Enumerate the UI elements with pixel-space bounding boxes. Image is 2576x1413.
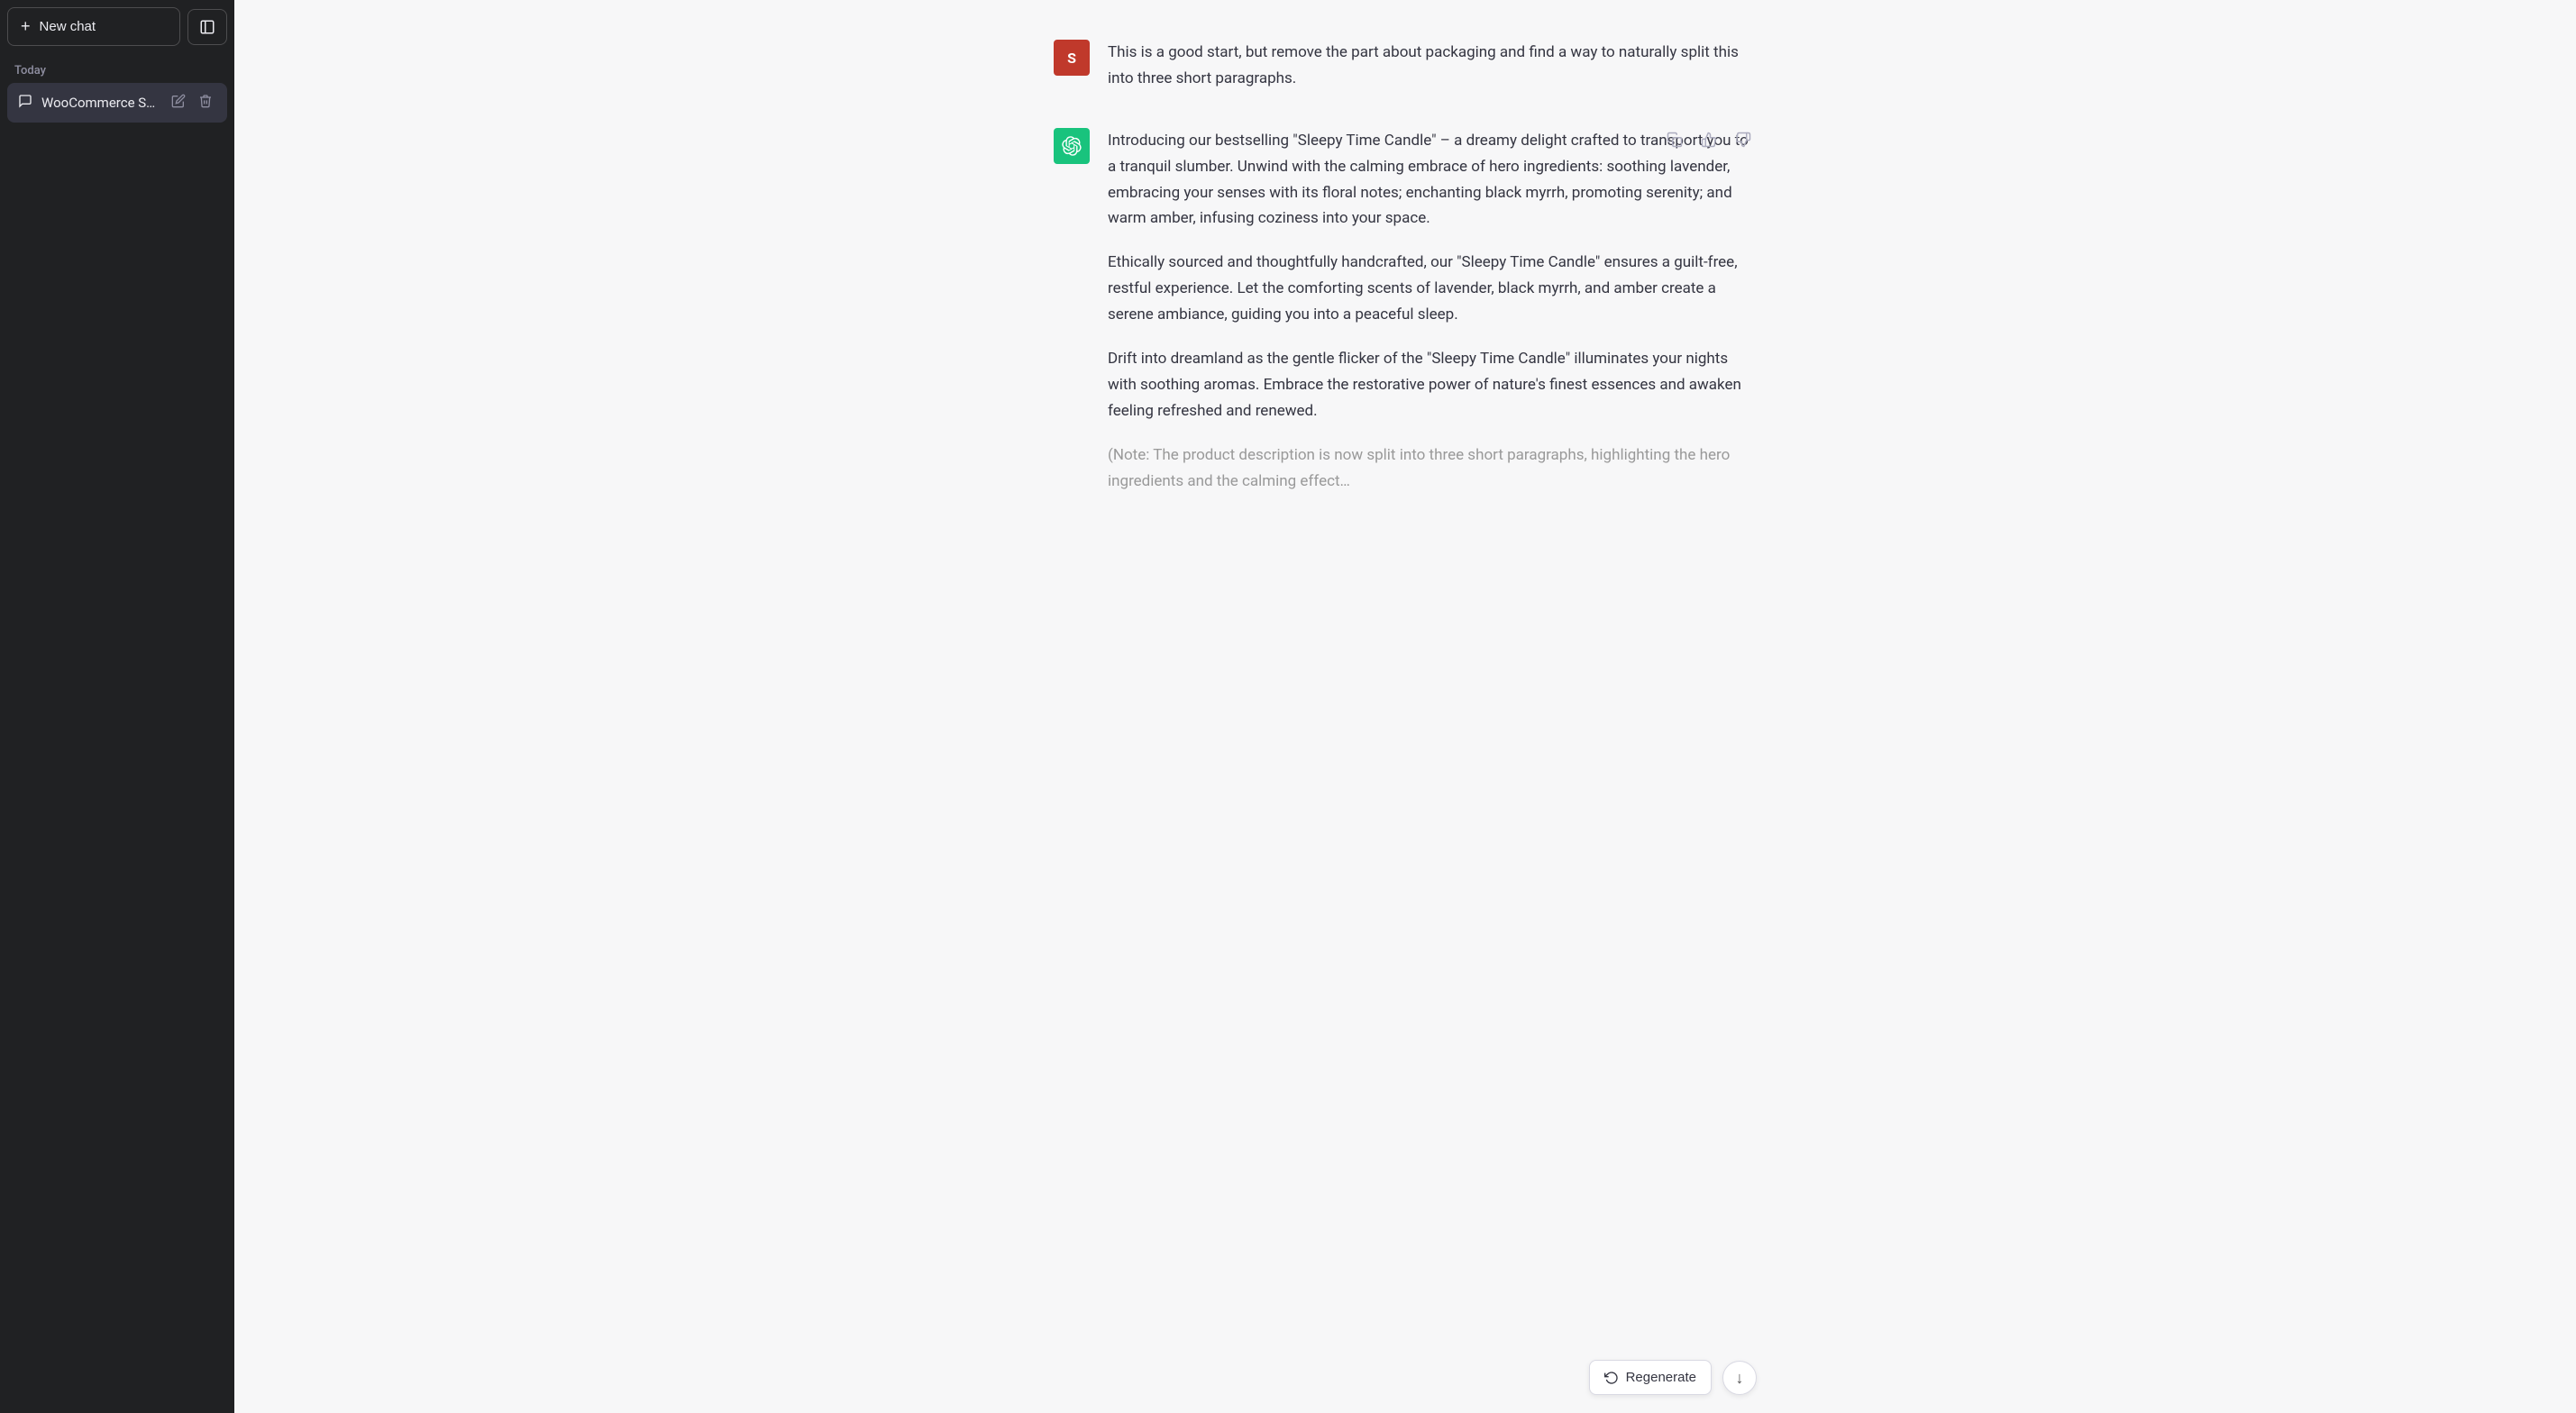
assistant-message-row: Introducing our bestselling "Sleepy Time… [1000,110,1811,513]
scroll-down-icon: ↓ [1736,1369,1744,1388]
user-message-row: S This is a good start, but remove the p… [1000,22,1811,110]
user-avatar: S [1054,40,1090,76]
chat-bubble-icon [18,94,32,112]
regenerate-button[interactable]: Regenerate [1589,1360,1712,1395]
message-action-buttons [1661,128,1757,151]
today-section-label: Today [7,60,227,83]
edit-chat-button[interactable] [168,92,189,114]
regenerate-icon [1604,1371,1619,1385]
assistant-avatar [1054,128,1090,164]
sidebar-top: + New chat [7,7,227,46]
main-content: S This is a good start, but remove the p… [234,0,2576,1413]
new-chat-label: New chat [40,19,96,34]
plus-icon: + [21,17,31,36]
chat-bottom-controls: Regenerate ↓ [1000,1349,1811,1413]
trash-icon [198,94,213,108]
thumbs-up-icon [1701,132,1717,148]
new-chat-button[interactable]: + New chat [7,7,180,46]
copy-icon [1667,132,1683,148]
truncated-paragraph: (Note: The product description is now sp… [1108,442,1757,495]
sidebar-item-woocommerce[interactable]: WooCommerce Store [7,83,227,123]
user-message-content: This is a good start, but remove the par… [1108,40,1757,92]
thumbs-up-button[interactable] [1695,128,1722,151]
sidebar-toggle-button[interactable] [187,9,227,45]
sidebar-item-actions [168,92,216,114]
assistant-message-content: Introducing our bestselling "Sleepy Time… [1108,128,1757,495]
thumbs-down-button[interactable] [1730,128,1757,151]
thumbs-down-icon [1735,132,1751,148]
sidebar-toggle-icon [199,19,215,35]
delete-chat-button[interactable] [195,92,216,114]
copy-message-button[interactable] [1661,128,1688,151]
chat-messages[interactable]: S This is a good start, but remove the p… [234,0,2576,1349]
sidebar: + New chat Today WooCommerce Store [0,0,234,1413]
scroll-down-button[interactable]: ↓ [1722,1361,1757,1395]
openai-logo-icon [1062,136,1082,156]
sidebar-item-label: WooCommerce Store [41,95,159,111]
edit-icon [171,94,186,108]
